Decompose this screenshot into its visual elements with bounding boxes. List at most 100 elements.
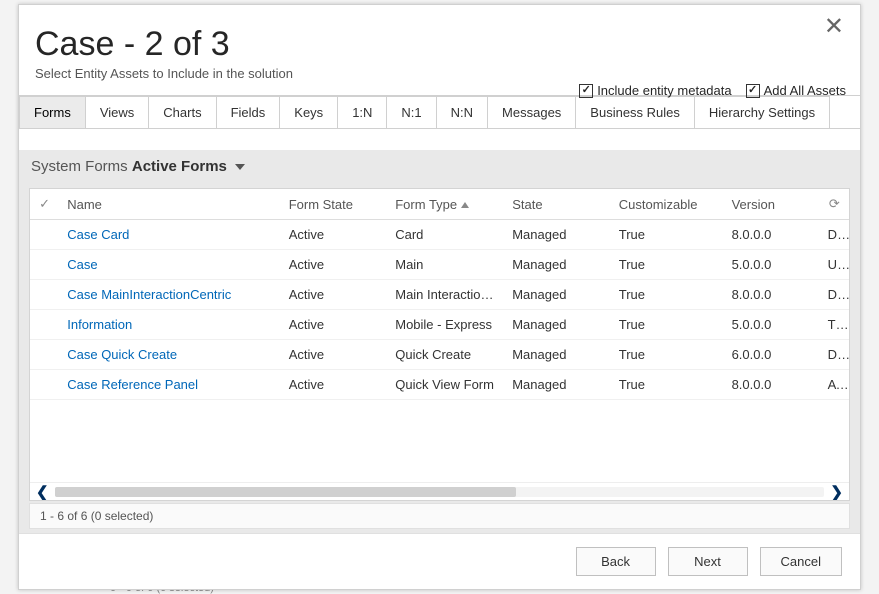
include-metadata-option[interactable]: ✓ Include entity metadata xyxy=(579,83,731,98)
refresh-button[interactable]: ⟳ xyxy=(820,189,849,220)
row-version: 6.0.0.0 xyxy=(724,340,820,370)
view-prefix: System Forms xyxy=(31,158,128,175)
table-row[interactable]: Case Card Active Card Managed True 8.0.0… xyxy=(30,220,849,250)
col-customizable[interactable]: Customizable xyxy=(611,189,724,220)
row-formstate: Active xyxy=(281,250,388,280)
table-row[interactable]: Case Reference Panel Active Quick View F… xyxy=(30,370,849,400)
tabstrip: Forms Views Charts Fields Keys 1:N N:1 N… xyxy=(19,95,860,129)
scrollbar-track[interactable] xyxy=(55,487,825,497)
col-form-type[interactable]: Form Type xyxy=(387,189,504,220)
scroll-left-icon[interactable]: ❮ xyxy=(36,483,49,501)
wizard-dialog: ✕ Case - 2 of 3 Select Entity Assets to … xyxy=(18,4,861,590)
row-desc: Def xyxy=(820,220,849,250)
horizontal-scrollbar[interactable]: ❮ ❯ xyxy=(30,482,849,500)
tab-forms[interactable]: Forms xyxy=(19,96,86,129)
row-formstate: Active xyxy=(281,340,388,370)
row-name-link[interactable]: Information xyxy=(59,310,280,340)
page-title: Case - 2 of 3 xyxy=(35,25,840,64)
sort-ascending-icon xyxy=(461,202,469,208)
dialog-header: Case - 2 of 3 Select Entity Assets to In… xyxy=(19,5,860,89)
scroll-right-icon[interactable]: ❯ xyxy=(830,483,843,501)
add-all-assets-option[interactable]: ✓ Add All Assets xyxy=(746,83,846,98)
row-state: Managed xyxy=(504,340,611,370)
row-formstate: Active xyxy=(281,310,388,340)
row-desc: Def xyxy=(820,340,849,370)
row-name-link[interactable]: Case Card xyxy=(59,220,280,250)
row-customizable: True xyxy=(611,220,724,250)
row-version: 5.0.0.0 xyxy=(724,310,820,340)
row-customizable: True xyxy=(611,280,724,310)
forms-grid: ✓ Name Form State Form Type State Custom… xyxy=(29,188,850,501)
select-all-checkbox[interactable]: ✓ xyxy=(30,189,59,220)
row-version: 8.0.0.0 xyxy=(724,280,820,310)
view-picker[interactable]: System Forms Active Forms xyxy=(19,150,860,179)
row-state: Managed xyxy=(504,250,611,280)
chevron-down-icon xyxy=(235,164,245,170)
row-name-link[interactable]: Case MainInteractionCentric xyxy=(59,280,280,310)
next-button[interactable]: Next xyxy=(668,547,748,576)
add-all-assets-label: Add All Assets xyxy=(764,83,846,98)
back-button[interactable]: Back xyxy=(576,547,656,576)
row-name-link[interactable]: Case xyxy=(59,250,280,280)
row-customizable: True xyxy=(611,250,724,280)
row-version: 8.0.0.0 xyxy=(724,220,820,250)
row-formstate: Active xyxy=(281,280,388,310)
row-formtype: Card xyxy=(387,220,504,250)
row-formtype: Main xyxy=(387,250,504,280)
tab-keys[interactable]: Keys xyxy=(280,96,338,129)
row-desc: This xyxy=(820,310,849,340)
row-name-link[interactable]: Case Quick Create xyxy=(59,340,280,370)
tab-nn[interactable]: N:N xyxy=(437,96,488,129)
row-formtype: Main Interaction... xyxy=(387,280,504,310)
tabstrip-filler xyxy=(830,96,860,129)
row-version: 8.0.0.0 xyxy=(724,370,820,400)
table-row[interactable]: Information Active Mobile - Express Mana… xyxy=(30,310,849,340)
row-formtype: Mobile - Express xyxy=(387,310,504,340)
tab-charts[interactable]: Charts xyxy=(149,96,216,129)
tab-messages[interactable]: Messages xyxy=(488,96,576,129)
page-subtitle: Select Entity Assets to Include in the s… xyxy=(35,66,840,81)
record-count-status: 1 - 6 of 6 (0 selected) xyxy=(29,503,850,529)
include-metadata-label: Include entity metadata xyxy=(597,83,731,98)
checkbox-icon[interactable]: ✓ xyxy=(746,84,760,98)
col-version[interactable]: Version xyxy=(724,189,820,220)
row-state: Managed xyxy=(504,220,611,250)
scrollbar-thumb[interactable] xyxy=(55,487,517,497)
row-customizable: True xyxy=(611,370,724,400)
checkbox-icon[interactable]: ✓ xyxy=(579,84,593,98)
table-body: Case Card Active Card Managed True 8.0.0… xyxy=(30,220,849,400)
forms-table: ✓ Name Form State Form Type State Custom… xyxy=(30,189,849,400)
table-row[interactable]: Case MainInteractionCentric Active Main … xyxy=(30,280,849,310)
row-name-link[interactable]: Case Reference Panel xyxy=(59,370,280,400)
row-formtype: Quick Create xyxy=(387,340,504,370)
table-header-row: ✓ Name Form State Form Type State Custom… xyxy=(30,189,849,220)
tab-views[interactable]: Views xyxy=(86,96,149,129)
row-desc: Upd xyxy=(820,250,849,280)
cancel-button[interactable]: Cancel xyxy=(760,547,842,576)
row-desc: Def xyxy=(820,280,849,310)
wizard-footer: Back Next Cancel xyxy=(19,533,860,589)
tab-n1[interactable]: N:1 xyxy=(387,96,436,129)
col-name[interactable]: Name xyxy=(59,189,280,220)
table-row[interactable]: Case Quick Create Active Quick Create Ma… xyxy=(30,340,849,370)
tab-hierarchy-settings[interactable]: Hierarchy Settings xyxy=(695,96,830,129)
view-current: Active Forms xyxy=(132,158,227,175)
row-formstate: Active xyxy=(281,220,388,250)
table-row[interactable]: Case Active Main Managed True 5.0.0.0 Up… xyxy=(30,250,849,280)
row-formstate: Active xyxy=(281,370,388,400)
tab-1n[interactable]: 1:N xyxy=(338,96,387,129)
tab-business-rules[interactable]: Business Rules xyxy=(576,96,695,129)
header-options: ✓ Include entity metadata ✓ Add All Asse… xyxy=(579,83,846,98)
tab-fields[interactable]: Fields xyxy=(217,96,281,129)
row-customizable: True xyxy=(611,340,724,370)
row-state: Managed xyxy=(504,310,611,340)
row-state: Managed xyxy=(504,280,611,310)
row-state: Managed xyxy=(504,370,611,400)
row-formtype: Quick View Form xyxy=(387,370,504,400)
col-form-state[interactable]: Form State xyxy=(281,189,388,220)
row-customizable: True xyxy=(611,310,724,340)
col-form-type-label: Form Type xyxy=(395,197,457,212)
close-button[interactable]: ✕ xyxy=(824,15,844,39)
col-state[interactable]: State xyxy=(504,189,611,220)
row-desc: A fo xyxy=(820,370,849,400)
